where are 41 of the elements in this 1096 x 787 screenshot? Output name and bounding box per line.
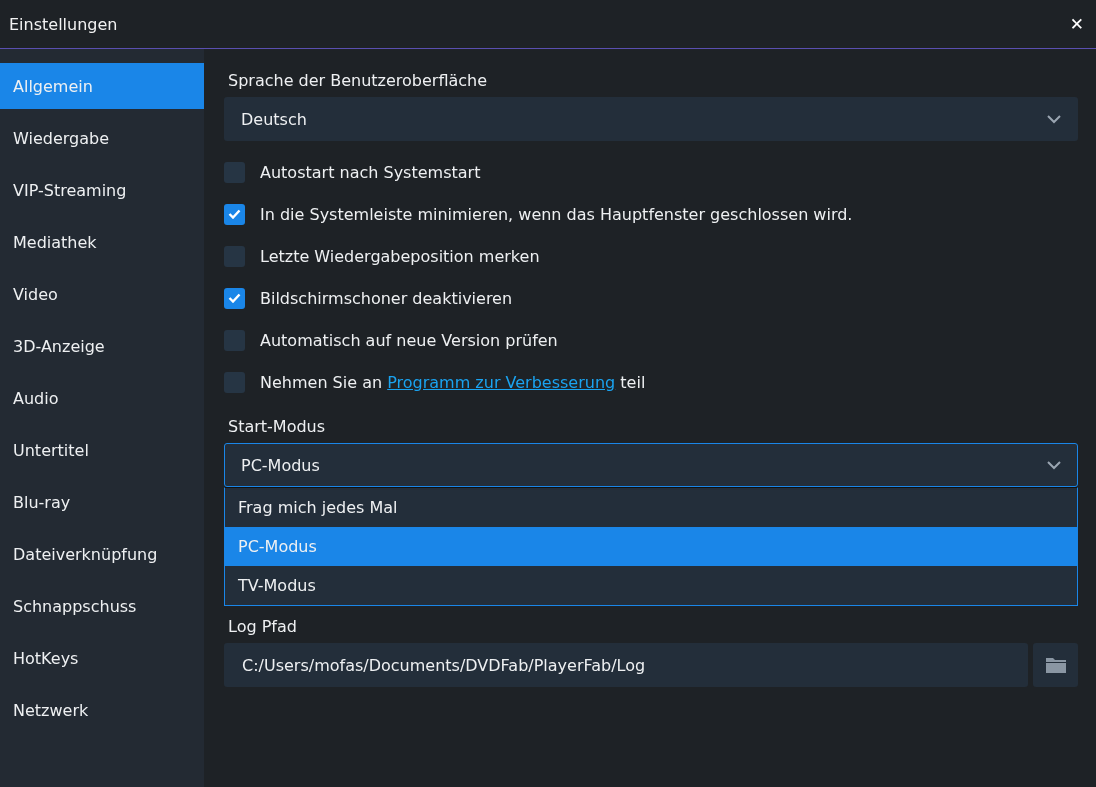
section-label: Log Pfad (227, 615, 298, 638)
sidebar-item[interactable]: Audio (0, 375, 204, 421)
chevron-down-icon (1047, 114, 1061, 124)
section-label: Start-Modus (227, 415, 327, 438)
sidebar-item[interactable]: Netzwerk (0, 687, 204, 733)
improvement-link[interactable]: Programm zur Verbesserung (387, 372, 616, 392)
dropdown-option[interactable]: TV-Modus (225, 566, 1077, 605)
window-title: Einstellungen (9, 14, 118, 34)
option-label: Letzte Wiedergabeposition merken (260, 246, 540, 266)
checkbox[interactable] (224, 203, 245, 225)
sidebar-item[interactable]: Blu-ray (0, 479, 204, 525)
browse-button[interactable] (1033, 643, 1078, 687)
sidebar-item[interactable]: VIP-Streaming (0, 167, 204, 213)
option-label: Bildschirmschoner deaktivieren (260, 288, 513, 308)
checkmark-icon (228, 293, 241, 303)
checkbox[interactable] (224, 329, 245, 351)
option-label: Nehmen Sie an Programm zur Verbesserung teil (260, 372, 646, 392)
sidebar-item[interactable]: Mediathek (0, 219, 204, 265)
sidebar-item[interactable]: Wiedergabe (0, 115, 204, 161)
option-label: Automatisch auf neue Version prüfen (260, 330, 558, 350)
sidebar-item[interactable]: HotKeys (0, 635, 204, 681)
sidebar-item[interactable]: Schnappschuss (0, 583, 204, 629)
section-label: Sprache der Benutzeroberfläche (227, 69, 489, 92)
sidebar-item[interactable]: Untertitel (0, 427, 204, 473)
sidebar-item[interactable]: 3D-Anzeige (0, 323, 204, 369)
checkbox[interactable] (224, 161, 245, 183)
language-select[interactable]: Deutsch (224, 97, 1078, 141)
checkmark-icon (228, 209, 241, 219)
sidebar-item[interactable]: Dateiverknüpfung (0, 531, 204, 577)
sidebar-item[interactable]: Video (0, 271, 204, 317)
dropdown-option[interactable]: Frag mich jedes Mal (225, 488, 1077, 527)
close-button[interactable]: ✕ (1067, 12, 1086, 36)
log-path-field[interactable]: C:/Users/mofas/Documents/DVDFab/PlayerFab/Log (224, 643, 1028, 687)
chevron-down-icon (1047, 460, 1061, 470)
checkbox[interactable] (224, 371, 245, 393)
option-label: Autostart nach Systemstart (260, 162, 481, 182)
folder-icon (1045, 657, 1066, 673)
checkbox[interactable] (224, 245, 245, 267)
option-label: In die Systemleiste minimieren, wenn das Hauptfenster geschlossen wird. (260, 204, 853, 224)
start-mode-select[interactable]: PC-Modus (224, 443, 1078, 487)
checkbox[interactable] (224, 287, 245, 309)
